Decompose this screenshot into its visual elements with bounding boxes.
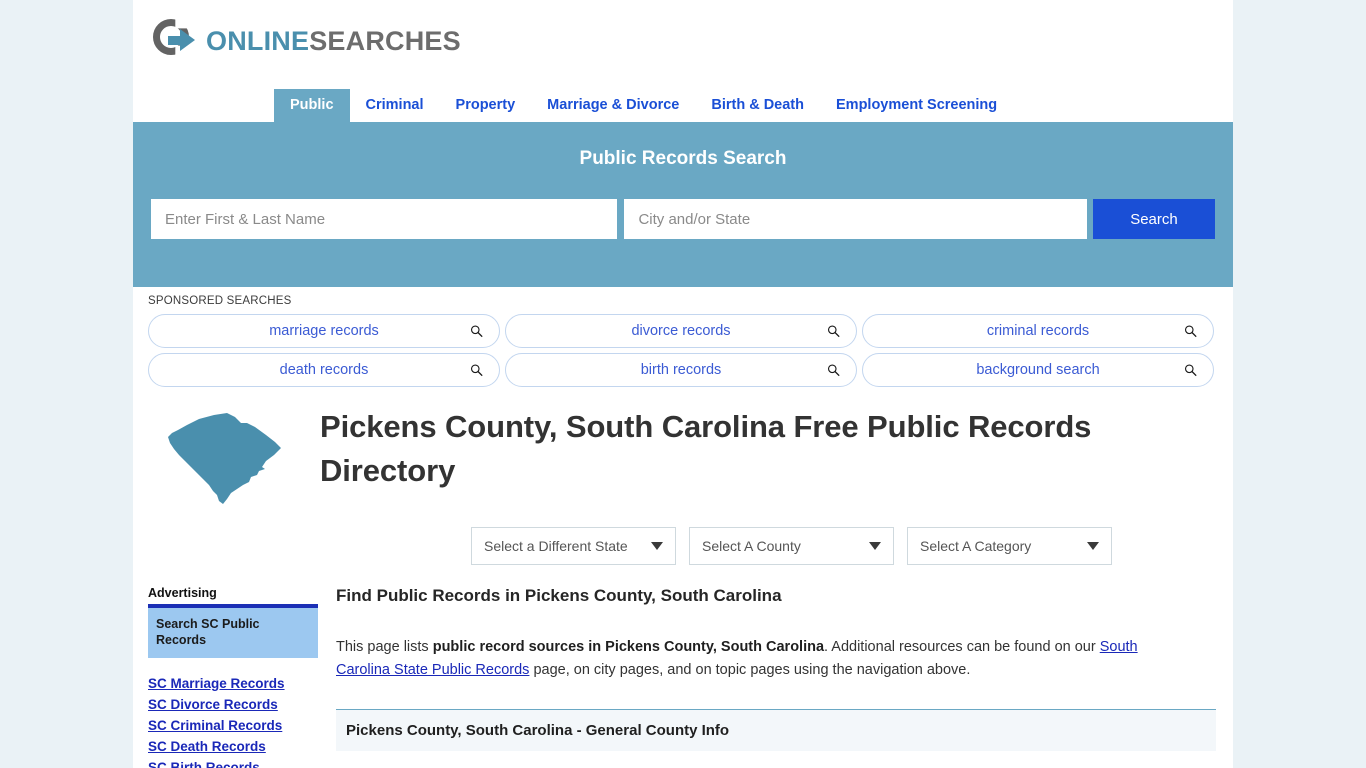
- south-carolina-state-map-icon: [168, 413, 281, 504]
- sponsored-pill-label: marriage records: [269, 323, 379, 339]
- sidebar-link-sc-divorce-records[interactable]: SC Divorce Records: [148, 697, 318, 712]
- public-records-search-banner: Public Records Search Search: [133, 122, 1233, 287]
- sidebar: Advertising Search SC Public Records SC …: [148, 586, 318, 768]
- nav-item-employment-screening[interactable]: Employment Screening: [820, 89, 1013, 123]
- intro-text-1: This page lists: [336, 639, 433, 655]
- page-root: ONLINESEARCHES Public Criminal Property …: [0, 0, 1366, 768]
- sponsored-pill-label: death records: [279, 362, 369, 378]
- nav-item-marriage-divorce[interactable]: Marriage & Divorce: [531, 89, 695, 123]
- sponsored-pill-marriage-records[interactable]: marriage records: [148, 314, 500, 348]
- advertising-label: Advertising: [148, 586, 217, 600]
- circle-arrow-logo-icon[interactable]: [153, 19, 197, 63]
- banner-title: Public Records Search: [579, 148, 787, 169]
- filter-dropdown-row: Select a Different State Select A County…: [133, 527, 1233, 565]
- chevron-down-icon: [1087, 542, 1099, 550]
- intro-text-2: . Additional resources can be found on o…: [824, 639, 1100, 655]
- search-icon: [827, 325, 840, 338]
- chevron-down-icon: [869, 542, 881, 550]
- main-content: Find Public Records in Pickens County, S…: [318, 586, 1233, 768]
- sponsored-searches-grid: marriage records divorce records crimina…: [148, 314, 1218, 387]
- county-select-value: Select A County: [702, 538, 801, 554]
- logo-arrow-head: [180, 29, 195, 51]
- main-nav: Public Criminal Property Marriage & Divo…: [133, 82, 1233, 122]
- lower-content: Advertising Search SC Public Records SC …: [133, 586, 1233, 768]
- sidebar-links: SC Marriage Records SC Divorce Records S…: [148, 676, 318, 768]
- name-search-input[interactable]: [151, 199, 618, 239]
- sponsored-searches-label: SPONSORED SEARCHES: [148, 295, 292, 307]
- sponsored-pill-label: divorce records: [631, 323, 731, 339]
- search-icon: [827, 364, 840, 377]
- chevron-down-icon: [651, 542, 663, 550]
- site-header: ONLINESEARCHES: [133, 0, 1233, 82]
- search-icon: [470, 325, 483, 338]
- sponsored-pill-label: birth records: [640, 362, 722, 378]
- sidebar-link-sc-death-records[interactable]: SC Death Records: [148, 739, 318, 754]
- sidebar-link-sc-criminal-records[interactable]: SC Criminal Records: [148, 718, 318, 733]
- county-select[interactable]: Select A County: [689, 527, 894, 565]
- category-select[interactable]: Select A Category: [907, 527, 1112, 565]
- search-form: Search: [133, 199, 1233, 239]
- nav-item-property[interactable]: Property: [440, 89, 532, 123]
- nav-item-criminal[interactable]: Criminal: [350, 89, 440, 123]
- sponsored-pill-birth-records[interactable]: birth records: [505, 353, 857, 387]
- state-select[interactable]: Select a Different State: [471, 527, 676, 565]
- sponsored-searches-section: SPONSORED SEARCHES marriage records divo…: [133, 287, 1233, 387]
- intro-text-3: page, on city pages, and on topic pages …: [529, 662, 971, 679]
- intro-paragraph: This page lists public record sources in…: [336, 636, 1186, 682]
- location-search-input[interactable]: [624, 199, 1087, 239]
- main-heading: Find Public Records in Pickens County, S…: [336, 586, 782, 605]
- sponsored-pill-death-records[interactable]: death records: [148, 353, 500, 387]
- sponsored-pill-label: criminal records: [986, 323, 1090, 339]
- search-button[interactable]: Search: [1092, 199, 1216, 239]
- search-icon: [1184, 325, 1197, 338]
- sponsored-pill-label: background search: [976, 362, 1100, 378]
- sponsored-pill-criminal-records[interactable]: criminal records: [862, 314, 1214, 348]
- page-title-row: Pickens County, South Carolina Free Publ…: [133, 387, 1233, 509]
- intro-text-bold: public record sources in Pickens County,…: [432, 639, 825, 655]
- nav-item-public[interactable]: Public: [274, 88, 350, 122]
- nav-item-birth-death[interactable]: Birth & Death: [695, 89, 820, 123]
- search-icon: [470, 364, 483, 377]
- page-title: Pickens County, South Carolina Free Publ…: [320, 409, 1092, 489]
- category-select-value: Select A Category: [920, 538, 1032, 554]
- sidebar-link-sc-birth-records[interactable]: SC Birth Records: [148, 760, 318, 768]
- logo-word-online: ONLINE: [206, 25, 310, 56]
- search-icon: [1184, 364, 1197, 377]
- general-county-info-heading: Pickens County, South Carolina - General…: [336, 710, 1216, 752]
- sponsored-pill-divorce-records[interactable]: divorce records: [505, 314, 857, 348]
- sidebar-link-sc-marriage-records[interactable]: SC Marriage Records: [148, 676, 318, 691]
- sponsored-pill-background-search[interactable]: background search: [862, 353, 1214, 387]
- site-logo-text[interactable]: ONLINESEARCHES: [206, 26, 461, 57]
- state-select-value: Select a Different State: [484, 538, 628, 554]
- ad-search-sc-public-records[interactable]: Search SC Public Records: [148, 604, 318, 658]
- content-container: ONLINESEARCHES Public Criminal Property …: [133, 0, 1233, 768]
- logo-word-searches: SEARCHES: [309, 25, 461, 56]
